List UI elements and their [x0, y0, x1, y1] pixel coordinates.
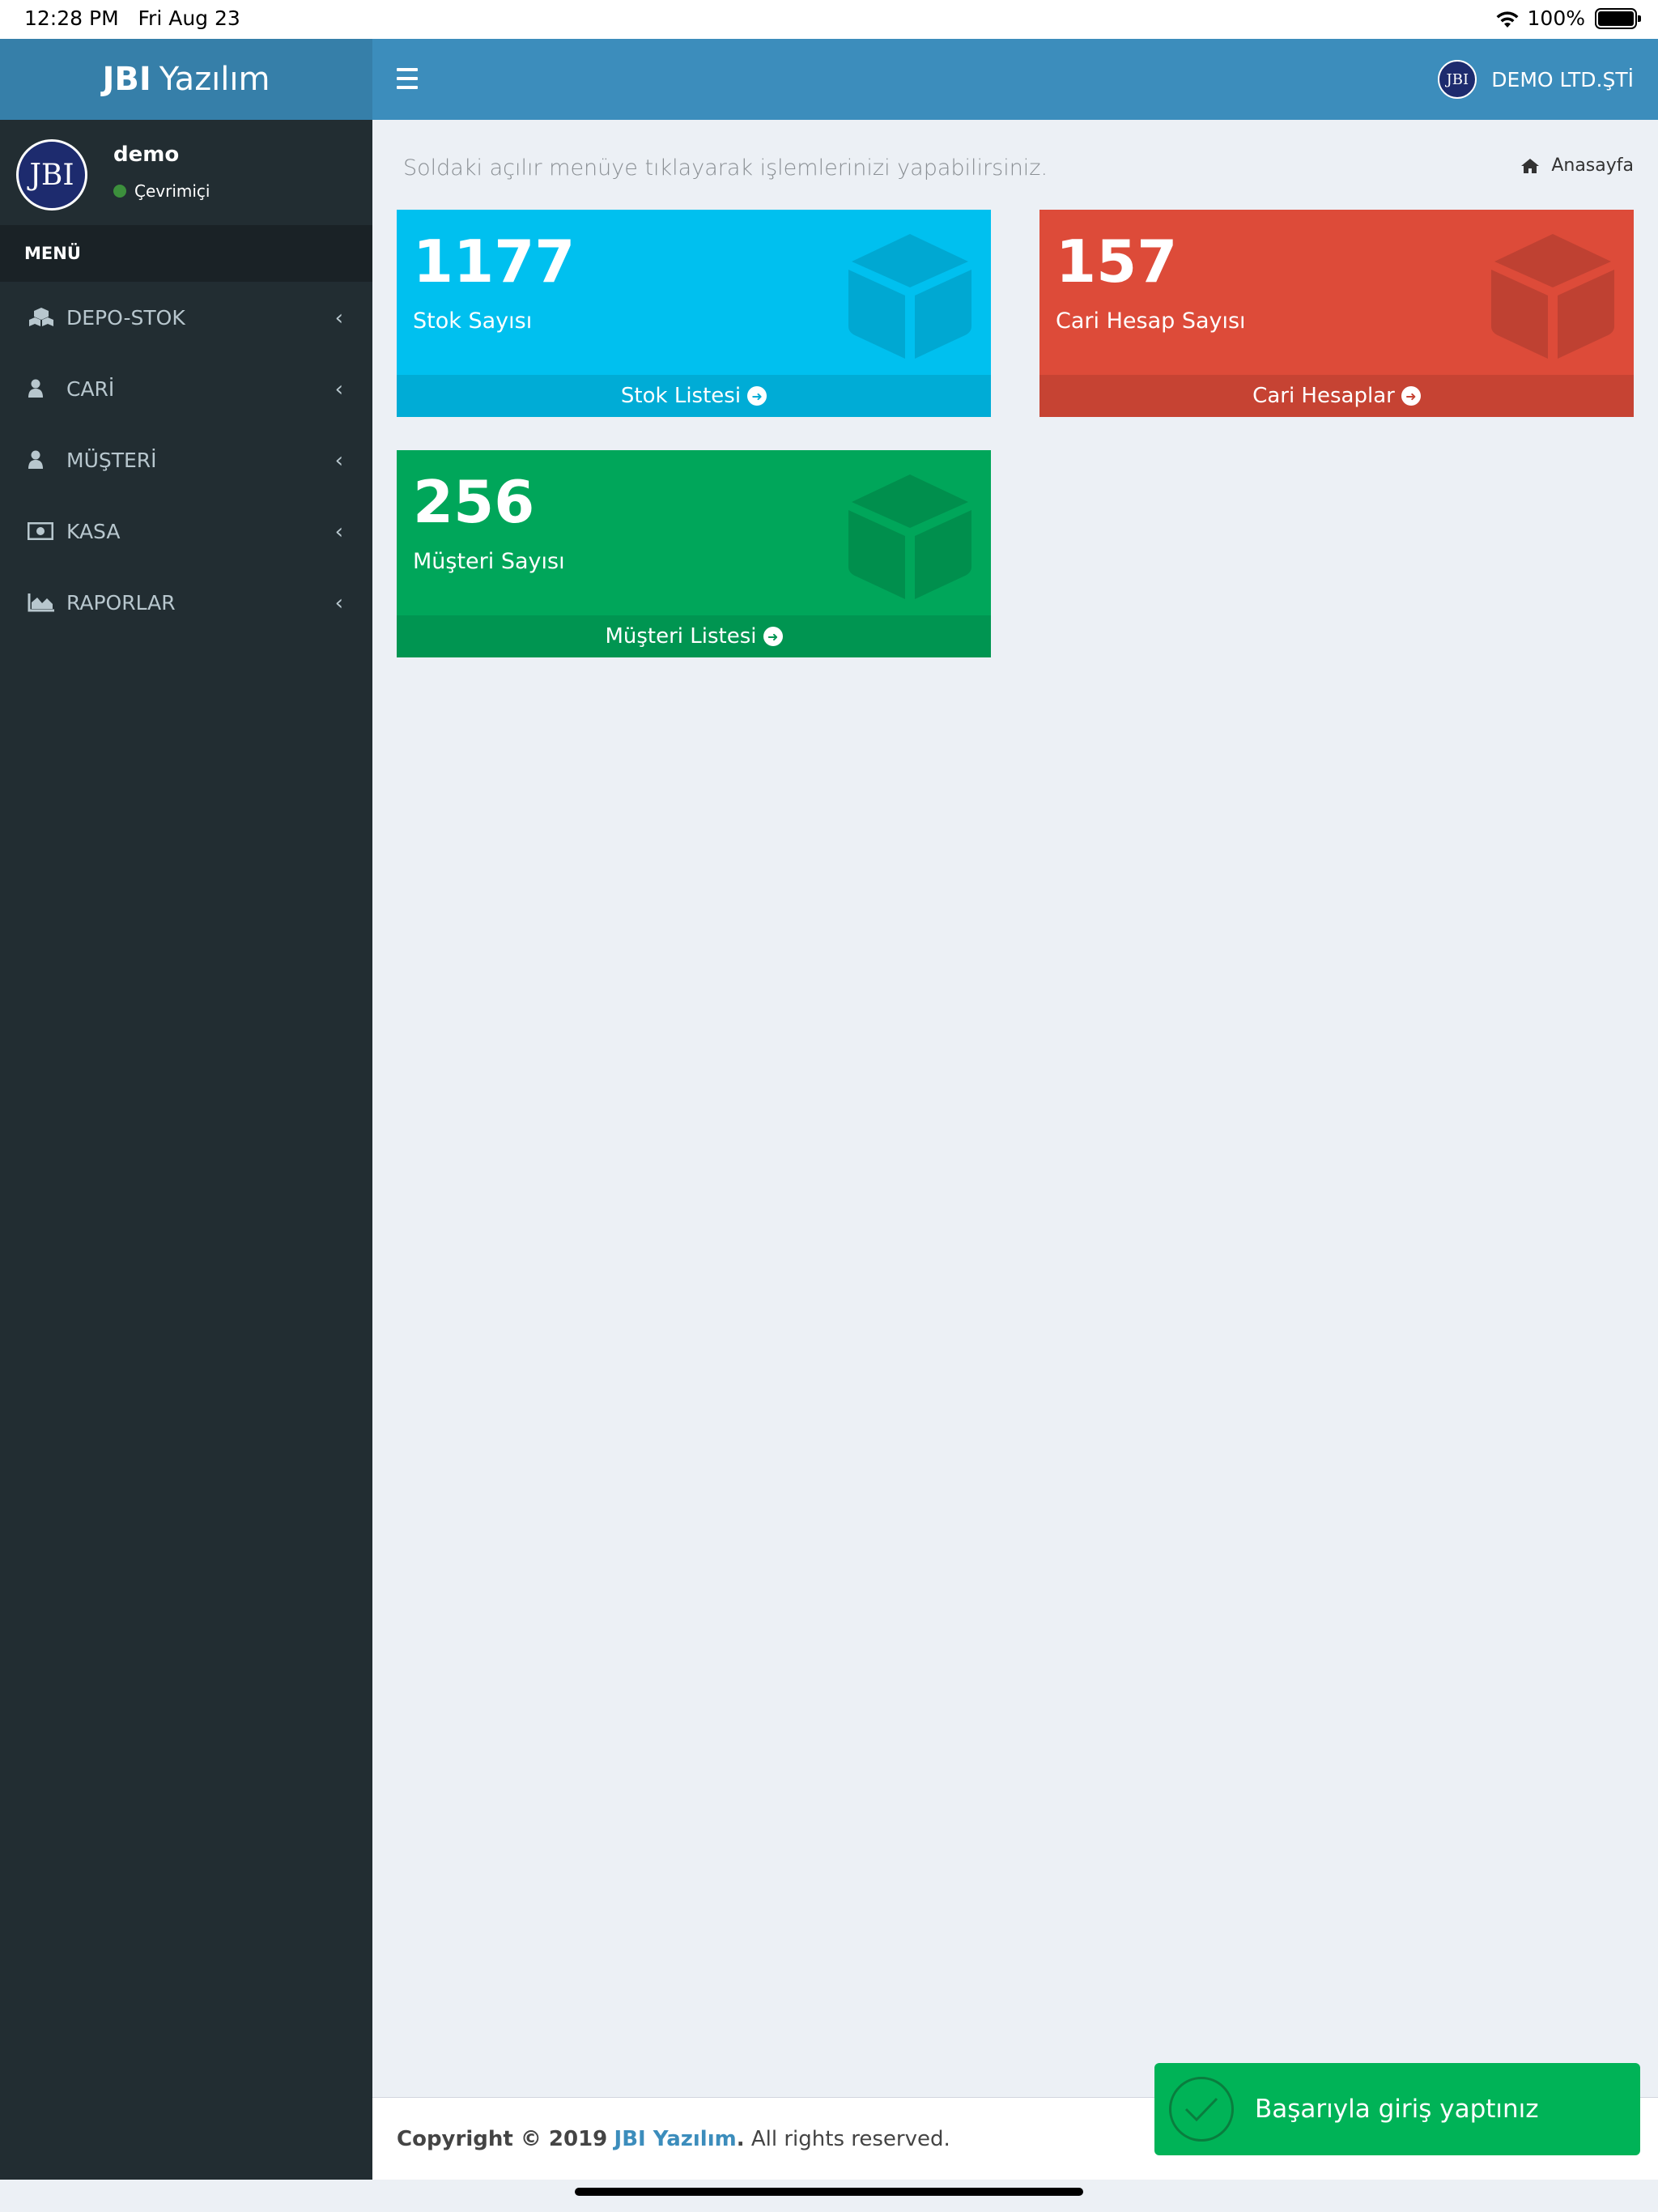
online-dot-icon	[113, 185, 126, 198]
sidebar-item-cari[interactable]: CARİ ‹	[0, 353, 372, 424]
user-panel: JBI demo Çevrimiçi	[0, 120, 372, 225]
chevron-left-icon: ‹	[334, 306, 343, 330]
time-text: 12:28 PM	[24, 6, 119, 30]
sidebar-item-depo-stok[interactable]: DEPO-STOK ‹	[0, 282, 372, 353]
user-icon	[28, 377, 58, 400]
customer-count-box: 256 Müşteri Sayısı Müşteri Listesi ➜	[397, 450, 991, 657]
arrow-circle-right-icon: ➜	[1401, 386, 1421, 406]
customer-count-label: Müşteri Sayısı	[413, 549, 565, 574]
arrow-circle-right-icon: ➜	[747, 386, 767, 406]
avatar: JBI	[16, 139, 87, 211]
company-logo-icon: JBI	[1438, 60, 1477, 99]
sidebar-item-kasa[interactable]: KASA ‹	[0, 496, 372, 567]
account-count-value: 157	[1056, 228, 1178, 296]
company-name: DEMO LTD.ŞTİ	[1491, 67, 1634, 91]
brand-logo[interactable]: JBI Yazılım	[0, 39, 372, 120]
home-indicator[interactable]	[575, 2188, 1083, 2196]
chevron-left-icon: ‹	[334, 377, 343, 402]
cubes-icon	[28, 306, 58, 329]
sidebar-item-label: RAPORLAR	[66, 590, 176, 615]
battery-percent: 100%	[1527, 6, 1585, 30]
sidebar-item-musteri[interactable]: MÜŞTERİ ‹	[0, 424, 372, 496]
account-count-box: 157 Cari Hesap Sayısı Cari Hesaplar ➜	[1039, 210, 1634, 417]
status-right: 100%	[1494, 6, 1641, 30]
page-subtitle: Soldaki açılır menüye tıklayarak işlemle…	[403, 155, 1048, 181]
top-navbar: JBI DEMO LTD.ŞTİ	[372, 39, 1658, 120]
chevron-left-icon: ‹	[334, 520, 343, 544]
copyright: Copyright © 2019 JBI Yazılım. All rights…	[397, 2127, 950, 2151]
home-icon	[1521, 158, 1540, 173]
area-chart-icon	[28, 591, 58, 614]
menu-toggle-icon[interactable]	[397, 68, 418, 89]
chevron-left-icon: ‹	[334, 591, 343, 615]
account-count-label: Cari Hesap Sayısı	[1056, 308, 1246, 334]
breadcrumb-home: Anasayfa	[1551, 155, 1634, 176]
success-toast[interactable]: Başarıyla giriş yaptınız	[1154, 2063, 1640, 2155]
check-circle-icon	[1169, 2077, 1234, 2142]
sidebar: JBI demo Çevrimiçi MENÜ DEPO-STOK ‹ CARİ…	[0, 120, 372, 2180]
battery-icon	[1595, 7, 1641, 29]
sidebar-item-label: KASA	[66, 519, 121, 543]
date-text: Fri Aug 23	[138, 6, 240, 30]
accounts-link[interactable]: Cari Hesaplar ➜	[1039, 375, 1634, 417]
customer-count-value: 256	[413, 468, 535, 536]
arrow-circle-right-icon: ➜	[763, 627, 783, 646]
ios-status-bar: 12:28 PM Fri Aug 23 100%	[0, 0, 1658, 39]
copyright-prefix: Copyright © 2019	[397, 2127, 608, 2151]
breadcrumb[interactable]: Anasayfa	[1520, 155, 1634, 176]
company-menu[interactable]: JBI DEMO LTD.ŞTİ	[1438, 60, 1634, 99]
stock-list-label: Stok Listesi	[620, 384, 742, 408]
footer-brand-link[interactable]: JBI Yazılım	[614, 2127, 737, 2151]
customer-list-label: Müşteri Listesi	[605, 624, 757, 649]
status-time: 12:28 PM Fri Aug 23	[24, 6, 240, 30]
sidebar-item-label: MÜŞTERİ	[66, 448, 157, 472]
cube-icon	[1491, 234, 1614, 359]
toast-message: Başarıyla giriş yaptınız	[1255, 2095, 1539, 2124]
stock-list-link[interactable]: Stok Listesi ➜	[397, 375, 991, 417]
user-status: Çevrimiçi	[113, 181, 210, 201]
wifi-icon	[1496, 11, 1519, 28]
cube-icon	[848, 474, 971, 599]
money-icon	[28, 520, 58, 542]
menu-header: MENÜ	[0, 225, 372, 282]
copyright-suffix: All rights reserved.	[750, 2127, 950, 2151]
stock-count-label: Stok Sayısı	[413, 308, 533, 334]
customer-list-link[interactable]: Müşteri Listesi ➜	[397, 615, 991, 657]
sidebar-item-label: DEPO-STOK	[66, 305, 185, 330]
cube-icon	[848, 234, 971, 359]
chevron-left-icon: ‹	[334, 449, 343, 473]
accounts-label: Cari Hesaplar	[1252, 384, 1395, 408]
user-name: demo	[113, 143, 180, 167]
stock-count-box: 1177 Stok Sayısı Stok Listesi ➜	[397, 210, 991, 417]
brand-rest: Yazılım	[159, 61, 270, 98]
sidebar-item-label: CARİ	[66, 376, 115, 401]
user-status-text: Çevrimiçi	[134, 181, 210, 201]
brand-bold: JBI	[102, 61, 151, 98]
stock-count-value: 1177	[413, 228, 576, 296]
user-icon	[28, 449, 58, 471]
sidebar-item-raporlar[interactable]: RAPORLAR ‹	[0, 567, 372, 638]
